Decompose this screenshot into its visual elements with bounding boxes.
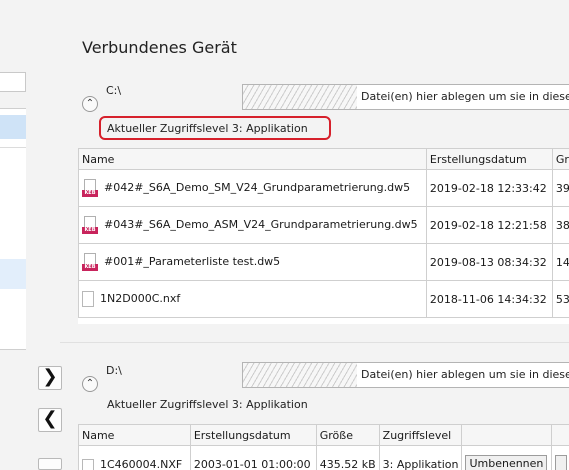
column-header-date[interactable]: Erstellungsdatum bbox=[189, 424, 317, 446]
section-title: Verbundenes Gerät bbox=[82, 38, 237, 57]
column-header-actions-2 bbox=[551, 424, 569, 446]
file-name: 1N2D000C.nxf bbox=[100, 292, 181, 305]
table-row[interactable]: KEB #042#_S6A_Demo_SM_V24_Grundparametrie… bbox=[78, 169, 569, 207]
section-divider bbox=[60, 342, 569, 343]
blank-file-icon bbox=[82, 458, 94, 470]
left-search-input[interactable] bbox=[0, 72, 26, 92]
file-size: 53 bbox=[551, 280, 569, 318]
table-row[interactable]: KEB #043#_S6A_Demo_ASM_V24_Grundparametri… bbox=[78, 206, 569, 244]
table-header-row: Name Erstellungsdatum Gr bbox=[78, 148, 569, 170]
drive-c-label: C:\ bbox=[106, 84, 122, 97]
chevron-up-icon: ⌃ bbox=[85, 98, 95, 109]
column-header-actions bbox=[461, 424, 553, 446]
file-name: 1C460004.NXF bbox=[100, 457, 183, 470]
file-date: 2019-02-18 12:33:42 bbox=[425, 169, 553, 207]
highlight-frame bbox=[99, 116, 331, 140]
drive-d-dropzone-text: Datei(en) hier ablegen um sie in diese bbox=[357, 363, 569, 387]
chevron-right-icon: ❯ bbox=[42, 366, 58, 387]
file-date: 2019-02-18 12:21:58 bbox=[425, 206, 553, 244]
drive-d-file-table: Name Erstellungsdatum Größe Zugriffsleve… bbox=[78, 424, 569, 470]
table-header-row: Name Erstellungsdatum Größe Zugriffsleve… bbox=[78, 424, 569, 446]
file-name: #001#_Parameterliste test.dw5 bbox=[104, 255, 281, 268]
collapse-drive-d-button[interactable]: ⌃ bbox=[82, 376, 98, 392]
drive-d-label: D:\ bbox=[106, 364, 122, 377]
kebasys-file-icon: KEB bbox=[82, 253, 98, 271]
left-tree-divider bbox=[0, 147, 26, 148]
column-header-name[interactable]: Name bbox=[78, 148, 427, 170]
file-actions-cell-2 bbox=[551, 445, 569, 470]
left-tree bbox=[0, 108, 26, 350]
column-header-size[interactable]: Gr bbox=[551, 148, 569, 170]
left-tree-selected-item[interactable] bbox=[0, 115, 26, 139]
column-header-date[interactable]: Erstellungsdatum bbox=[425, 148, 553, 170]
file-size: 435.52 kB bbox=[315, 445, 380, 470]
file-date: 2018-11-06 14:34:32 bbox=[425, 280, 553, 318]
file-name-cell: 1N2D000C.nxf bbox=[78, 280, 427, 318]
action-button-partial[interactable] bbox=[555, 455, 567, 470]
column-header-access-level[interactable]: Zugriffslevel bbox=[378, 424, 463, 446]
file-size: 38 bbox=[551, 206, 569, 244]
table-row[interactable]: 1N2D000C.nxf 2018-11-06 14:34:32 53 bbox=[78, 280, 569, 318]
column-header-name[interactable]: Name bbox=[78, 424, 191, 446]
file-name-cell: 1C460004.NXF bbox=[78, 445, 191, 470]
column-header-size[interactable]: Größe bbox=[315, 424, 380, 446]
table-row[interactable]: KEB #001#_Parameterliste test.dw5 2019-08… bbox=[78, 243, 569, 281]
left-tree-item[interactable] bbox=[0, 259, 26, 289]
kebasys-file-icon: KEB bbox=[82, 179, 98, 197]
file-name-cell: KEB #042#_S6A_Demo_SM_V24_Grundparametrie… bbox=[78, 169, 427, 207]
drive-d-dropzone[interactable]: Datei(en) hier ablegen um sie in diese bbox=[242, 362, 569, 388]
drive-c-dropzone-text: Datei(en) hier ablegen um sie in diese bbox=[357, 85, 569, 109]
drive-d-access-level: Aktueller Zugriffslevel 3: Applikation bbox=[107, 398, 308, 411]
copy-back-button[interactable]: ❮ bbox=[38, 408, 62, 432]
collapse-drive-c-button[interactable]: ⌃ bbox=[82, 96, 98, 112]
nav-button-partial[interactable] bbox=[38, 458, 62, 470]
rename-button[interactable]: Umbenennen bbox=[465, 455, 548, 470]
chevron-up-icon: ⌃ bbox=[85, 378, 95, 389]
file-name-cell: KEB #001#_Parameterliste test.dw5 bbox=[78, 243, 427, 281]
chevron-left-icon: ❮ bbox=[42, 408, 58, 429]
file-access-level: 3: Applikation bbox=[378, 445, 463, 470]
blank-file-icon bbox=[82, 291, 94, 307]
file-actions-cell: Umbenennen bbox=[461, 445, 553, 470]
file-date: 2019-08-13 08:34:32 bbox=[425, 243, 553, 281]
file-size: 39 bbox=[551, 169, 569, 207]
left-panel bbox=[0, 0, 26, 470]
drive-c-dropzone[interactable]: Datei(en) hier ablegen um sie in diese bbox=[242, 84, 569, 110]
file-name: #042#_S6A_Demo_SM_V24_Grundparametrierun… bbox=[104, 181, 411, 194]
drive-c-file-table: Name Erstellungsdatum Gr KEB #042#_S6A_De… bbox=[78, 148, 569, 324]
kebasys-file-icon: KEB bbox=[82, 216, 98, 234]
file-date: 2003-01-01 01:00:00 bbox=[189, 445, 317, 470]
file-size: 14 bbox=[551, 243, 569, 281]
table-row[interactable]: 1C460004.NXF 2003-01-01 01:00:00 435.52 … bbox=[78, 445, 569, 470]
file-name: #043#_S6A_Demo_ASM_V24_Grundparametrieru… bbox=[104, 218, 418, 231]
copy-forward-button[interactable]: ❯ bbox=[38, 366, 62, 390]
file-name-cell: KEB #043#_S6A_Demo_ASM_V24_Grundparametri… bbox=[78, 206, 427, 244]
